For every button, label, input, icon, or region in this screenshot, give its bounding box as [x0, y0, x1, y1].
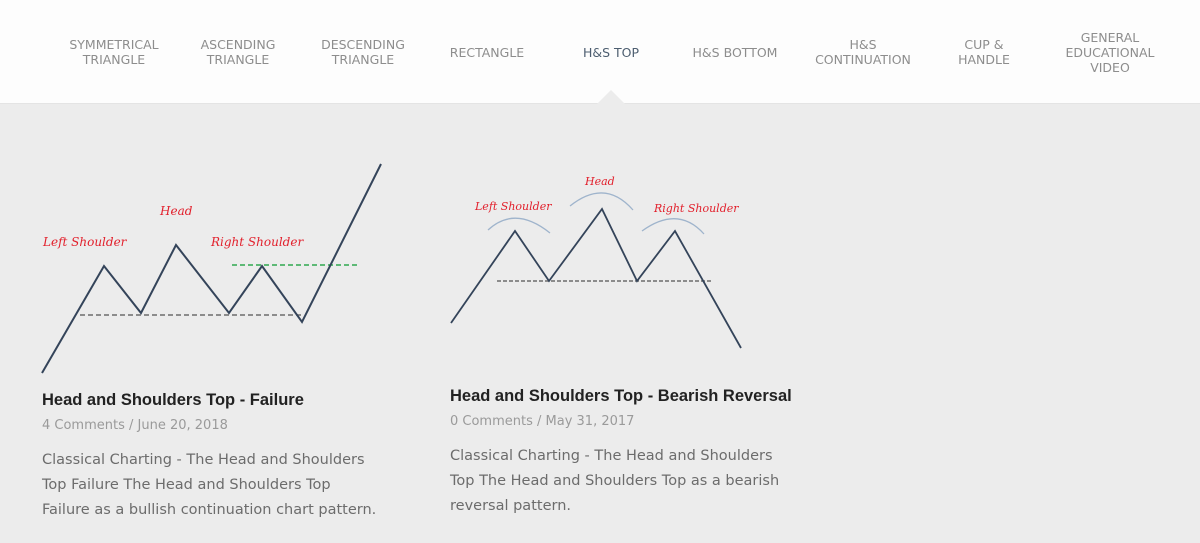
- post-excerpt: Classical Charting - The Head and Should…: [42, 452, 377, 518]
- label-head: Head: [159, 204, 193, 218]
- tab-cup-handle[interactable]: CUP & HANDLE: [934, 0, 1034, 104]
- label-head: Head: [584, 175, 615, 188]
- arc-left: [487, 217, 551, 234]
- post-excerpt: Classical Charting - The Head and Should…: [450, 448, 780, 514]
- post-image-bearish-reversal[interactable]: Left Shoulder Head Right Shoulder: [440, 0, 840, 380]
- post-date: June 20, 2018: [137, 418, 228, 433]
- post-card-bearish-reversal: Left Shoulder Head Right Shoulder Head a…: [440, 0, 840, 543]
- post-meta: 0 Comments / May 31, 2017: [450, 414, 634, 429]
- comments-link[interactable]: 0 Comments: [450, 414, 533, 429]
- price-line: [450, 207, 742, 349]
- meta-separator: /: [124, 418, 138, 433]
- label-left-shoulder: Left Shoulder: [42, 235, 128, 249]
- label-right-shoulder: Right Shoulder: [653, 202, 739, 215]
- label-left-shoulder: Left Shoulder: [474, 200, 552, 213]
- meta-separator: /: [532, 414, 546, 429]
- price-line: [41, 163, 382, 374]
- comments-link[interactable]: 4 Comments: [42, 418, 125, 433]
- post-image-failure[interactable]: Left Shoulder Head Right Shoulder: [0, 0, 420, 380]
- arc-right: [641, 218, 705, 235]
- arc-head: [569, 192, 634, 211]
- post-title[interactable]: Head and Shoulders Top - Bearish Reversa…: [450, 387, 792, 406]
- post-card-failure: Left Shoulder Head Right Shoulder Head a…: [0, 0, 420, 543]
- label-right-shoulder: Right Shoulder: [210, 235, 304, 249]
- post-meta: 4 Comments / June 20, 2018: [42, 418, 228, 433]
- tab-general-educational-video[interactable]: GENERAL EDUCATIONAL VIDEO: [1050, 0, 1170, 104]
- post-title[interactable]: Head and Shoulders Top - Failure: [42, 391, 304, 410]
- post-date: May 31, 2017: [545, 414, 635, 429]
